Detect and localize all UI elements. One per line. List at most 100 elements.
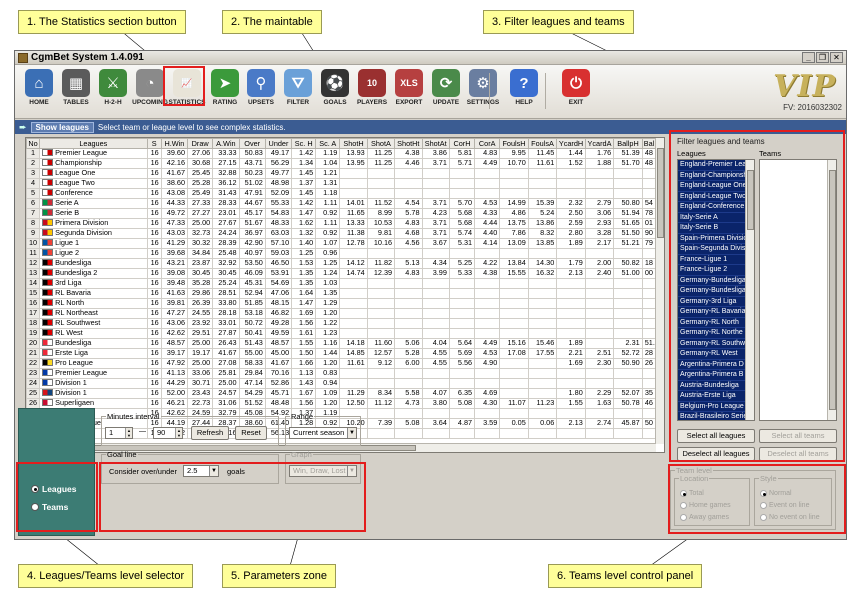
column-header[interactable]: ShotH xyxy=(339,138,368,149)
range-select[interactable]: Current season ▼ xyxy=(289,427,357,439)
column-header[interactable]: CorA xyxy=(474,138,501,149)
stat-cell: 1.16 xyxy=(315,338,341,349)
stat-cell: 23.92 xyxy=(187,318,214,329)
flag-icon xyxy=(42,179,54,187)
table-row[interactable]: 18 RL Southwest 16 43.06 23.92 33.01 50.72 49.2… xyxy=(26,318,657,329)
stat-cell: 2.40 xyxy=(584,268,615,279)
stat-cell: 0.92 xyxy=(315,208,341,219)
column-header[interactable]: Under xyxy=(264,138,293,149)
column-header[interactable]: Over xyxy=(238,138,266,149)
table-row[interactable]: 11 Ligue 2 16 39.68 34.84 25.48 40.97 59.03 1.25… xyxy=(26,248,657,259)
column-header[interactable]: ShotA xyxy=(366,138,396,149)
filter-button[interactable]: ⛛ FILTER xyxy=(278,69,318,106)
column-header[interactable]: S xyxy=(146,138,162,149)
table-row[interactable]: 24 Division 1 16 44.29 30.71 25.00 47.14 52.86 1… xyxy=(26,378,657,389)
rating-button[interactable]: ➤ RATING xyxy=(205,69,245,106)
column-header[interactable]: A.Win xyxy=(212,138,240,149)
column-header[interactable]: Draw xyxy=(187,138,214,149)
stat-cell: 27.27 xyxy=(187,208,214,219)
stat-cell: 1.55 xyxy=(291,338,317,349)
column-header[interactable]: YcardH xyxy=(556,138,586,149)
stat-cell: 16 xyxy=(146,378,162,389)
column-header[interactable]: YcardA xyxy=(584,138,615,149)
table-row[interactable]: 10 Ligue 1 16 41.29 30.32 28.39 42.90 57.10 1.40… xyxy=(26,238,657,249)
column-header[interactable]: BallpH xyxy=(613,138,643,149)
stat-cell: 16 xyxy=(146,258,162,269)
close-icon[interactable]: ✕ xyxy=(830,52,843,63)
table-row[interactable]: 5 Conference 16 43.08 25.49 31.43 47.91 52.09 1.… xyxy=(26,188,657,199)
stat-cell xyxy=(394,288,423,299)
refresh-button[interactable]: Refresh xyxy=(191,426,229,440)
column-header[interactable]: FoulsH xyxy=(499,138,529,149)
toolbar-label: HOME xyxy=(29,99,49,106)
column-header[interactable]: H.Win xyxy=(160,138,189,149)
row-number: 4 xyxy=(26,178,41,189)
stat-cell: 12.50 xyxy=(339,398,368,409)
stat-cell: 49.17 xyxy=(264,148,293,159)
stat-cell: 1.69 xyxy=(556,358,586,369)
minutes-from-input[interactable]: 1 ▲ ▼ xyxy=(105,427,133,439)
help-button[interactable]: ? HELP xyxy=(504,69,544,106)
table-row[interactable]: 12 Bundesliga 16 43.21 23.87 32.92 53.50 46.50 1… xyxy=(26,258,657,269)
column-header[interactable]: Sc. A xyxy=(315,138,341,149)
reset-button[interactable]: Reset xyxy=(235,426,267,440)
exit-button[interactable]: ⏻ EXIT xyxy=(556,69,596,106)
table-row[interactable]: 8 Primera Division 16 47.33 25.00 27.67 51.67 4… xyxy=(26,218,657,229)
column-header[interactable]: Bal xyxy=(641,138,657,149)
minimize-icon[interactable]: _ xyxy=(802,52,815,63)
home-icon: ⌂ xyxy=(25,69,53,97)
table-vertical-scrollbar[interactable] xyxy=(655,138,664,444)
stat-cell xyxy=(527,278,558,289)
table-row[interactable]: 20 Bundesliga 16 48.57 25.00 26.43 51.43 48.57 1… xyxy=(26,338,657,349)
stat-cell: 70.16 xyxy=(264,368,293,379)
stat-cell: 50.23 xyxy=(238,168,266,179)
table-row[interactable]: 9 Segunda Division 16 43.03 32.73 24.24 36.97 6… xyxy=(26,228,657,239)
stat-cell xyxy=(527,388,558,399)
upsets-button[interactable]: ⚲ UPSETS xyxy=(241,69,281,106)
table-row[interactable]: 1 Premier League 16 39.60 27.06 33.33 50.83 49.… xyxy=(26,148,657,159)
table-row[interactable]: 17 RL Northeast 16 47.27 24.55 28.18 53.18 46.8… xyxy=(26,308,657,319)
table-row[interactable]: 6 Serie A 16 44.33 27.33 28.33 44.67 55.33 1.42 1… xyxy=(26,198,657,209)
table-row[interactable]: 7 Serie B 16 49.72 27.27 23.01 45.17 54.83 1.47 0… xyxy=(26,208,657,219)
column-header[interactable]: No xyxy=(26,138,41,149)
stat-cell: 3.71 xyxy=(421,158,450,169)
table-row[interactable]: 21 Erste Liga 16 39.17 19.17 41.67 55.00 45.00 1… xyxy=(26,348,657,359)
column-header[interactable]: Leagues xyxy=(39,138,148,149)
export-button[interactable]: XLS EXPORT xyxy=(389,69,429,106)
table-row[interactable]: 26 Superligaen 16 46.21 22.73 31.06 51.52 48.48… xyxy=(26,398,657,409)
stat-cell: 5.70 xyxy=(448,198,476,209)
minutes-to-input[interactable]: 90 ▲ ▼ xyxy=(153,427,183,439)
stat-cell: 13.86 xyxy=(527,218,558,229)
home-button[interactable]: ⌂ HOME xyxy=(19,69,59,106)
settings-button[interactable]: ⚙ SETTINGS xyxy=(463,69,503,106)
table-row[interactable]: 2 Championship 16 42.16 30.68 27.15 43.71 56.29… xyxy=(26,158,657,169)
table-row[interactable]: 19 RL West 16 42.62 29.51 27.87 50.41 49.59 1.61… xyxy=(26,328,657,339)
column-header[interactable]: ShotAt xyxy=(421,138,450,149)
stat-cell xyxy=(613,308,643,319)
table-row[interactable]: 3 League One 16 41.67 25.45 32.88 50.23 49.77 1.… xyxy=(26,168,657,179)
stat-cell: 59.03 xyxy=(264,248,293,259)
column-header[interactable]: ShotHt xyxy=(394,138,423,149)
stat-cell xyxy=(641,278,657,289)
goals-button[interactable]: ⚽ GOALS xyxy=(315,69,355,106)
update-button[interactable]: ⟳ UPDATE xyxy=(426,69,466,106)
column-header[interactable]: CorH xyxy=(448,138,476,149)
table-row[interactable]: 13 Bundesliga 2 16 39.08 30.45 30.45 46.09 53.9… xyxy=(26,268,657,279)
h-2-h-button[interactable]: ⚔ H-2-H xyxy=(93,69,133,106)
table-row[interactable]: 16 RL North 16 39.81 26.39 33.80 51.85 48.15 1.4… xyxy=(26,298,657,309)
table-row[interactable]: 25 Division 1 16 52.00 23.43 24.57 54.29 45.71 1… xyxy=(26,388,657,399)
table-row[interactable]: 23 Premier League 16 41.13 33.06 25.81 29.84 70… xyxy=(26,368,657,379)
table-row[interactable]: 22 Pro League 16 47.92 25.00 27.08 58.33 41.67 1… xyxy=(26,358,657,369)
tables-button[interactable]: ▦ TABLES xyxy=(56,69,96,106)
column-header[interactable]: Sc. H xyxy=(291,138,317,149)
table-row[interactable]: 4 League Two 16 38.60 25.28 36.12 51.02 48.98 1.… xyxy=(26,178,657,189)
stat-cell: 10.70 xyxy=(499,158,529,169)
players-button[interactable]: 10 PLAYERS xyxy=(352,69,392,106)
show-leagues-button[interactable]: Show leagues xyxy=(30,121,94,133)
stat-cell: 25.00 xyxy=(187,218,214,229)
table-row[interactable]: 15 RL Bavaria 16 41.63 29.86 28.51 52.94 47.06 1… xyxy=(26,288,657,299)
restore-icon[interactable]: ❐ xyxy=(816,52,829,63)
stat-cell xyxy=(366,278,396,289)
column-header[interactable]: FoulsA xyxy=(527,138,558,149)
table-row[interactable]: 14 3rd Liga 16 39.48 35.28 25.24 45.31 54.69 1.3… xyxy=(26,278,657,289)
